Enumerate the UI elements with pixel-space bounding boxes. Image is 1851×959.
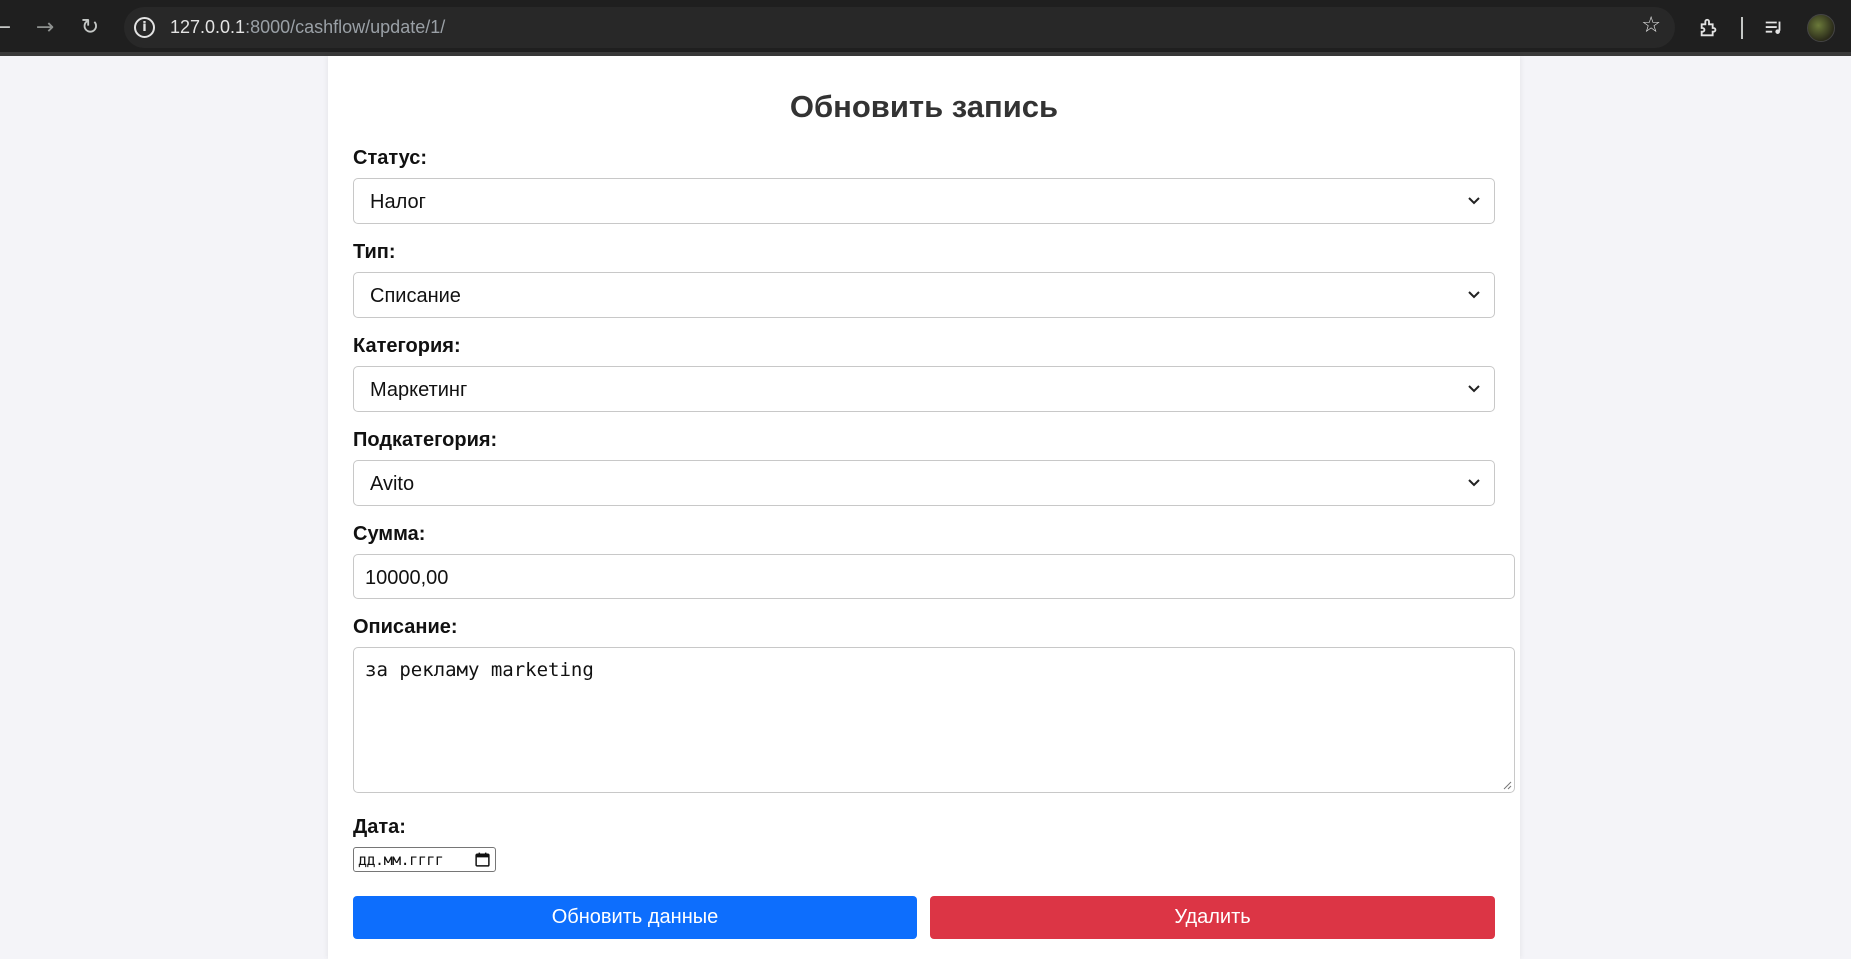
avatar[interactable] <box>1807 14 1835 42</box>
subcategory-select-value: Avito <box>370 473 415 495</box>
chevron-down-icon <box>1468 197 1480 205</box>
description-label: Описание: <box>353 616 458 638</box>
type-select[interactable]: Списание <box>353 272 1495 318</box>
date-label: Дата: <box>353 816 406 838</box>
amount-label: Сумма: <box>353 523 426 545</box>
category-select[interactable]: Маркетинг <box>353 366 1495 412</box>
media-queue-icon[interactable] <box>1758 12 1790 44</box>
chevron-down-icon <box>1468 479 1480 487</box>
date-input[interactable]: дд.мм.гггг <box>353 847 496 872</box>
date-input-placeholder: дд.мм.гггг <box>358 851 444 869</box>
type-label: Тип: <box>353 241 396 263</box>
url-text[interactable]: 127.0.0.1:8000/cashflow/update/1/ <box>170 17 445 38</box>
amount-input[interactable]: 10000,00 <box>353 554 1515 599</box>
forward-arrow-icon[interactable]: → <box>29 12 61 44</box>
calendar-icon[interactable] <box>474 851 491 868</box>
reload-icon[interactable]: ↻ <box>74 12 106 44</box>
browser-toolbar: ← → ↻ i 127.0.0.1:8000/cashflow/update/1… <box>0 0 1851 56</box>
update-record-form: Обновить запись Статус: Налог Тип: Списа… <box>328 56 1520 959</box>
amount-input-value: 10000,00 <box>365 567 449 589</box>
url-host: 127.0.0.1 <box>170 17 246 37</box>
back-arrow-icon[interactable]: ← <box>0 12 18 44</box>
update-button[interactable]: Обновить данные <box>353 896 917 939</box>
address-bar[interactable]: i 127.0.0.1:8000/cashflow/update/1/ ☆ <box>124 7 1675 48</box>
puzzle-icon[interactable] <box>1693 12 1725 44</box>
status-select[interactable]: Налог <box>353 178 1495 224</box>
type-select-value: Списание <box>370 285 461 307</box>
chevron-down-icon <box>1468 291 1480 299</box>
delete-button[interactable]: Удалить <box>930 896 1495 939</box>
description-textarea-value: за рекламу marketing <box>365 659 594 681</box>
description-textarea[interactable]: за рекламу marketing <box>353 647 1515 793</box>
star-icon[interactable]: ☆ <box>1641 13 1661 38</box>
chevron-down-icon <box>1468 385 1480 393</box>
status-label: Статус: <box>353 147 428 169</box>
category-select-value: Маркетинг <box>370 379 468 401</box>
category-label: Категория: <box>353 335 461 357</box>
resize-grip-icon[interactable] <box>1502 780 1512 790</box>
status-select-value: Налог <box>370 191 426 213</box>
subcategory-select[interactable]: Avito <box>353 460 1495 506</box>
toolbar-divider <box>1741 17 1743 39</box>
subcategory-label: Подкатегория: <box>353 429 498 451</box>
info-icon[interactable]: i <box>134 17 155 38</box>
url-path: :8000/cashflow/update/1/ <box>245 17 446 37</box>
page-title: Обновить запись <box>789 89 1059 124</box>
